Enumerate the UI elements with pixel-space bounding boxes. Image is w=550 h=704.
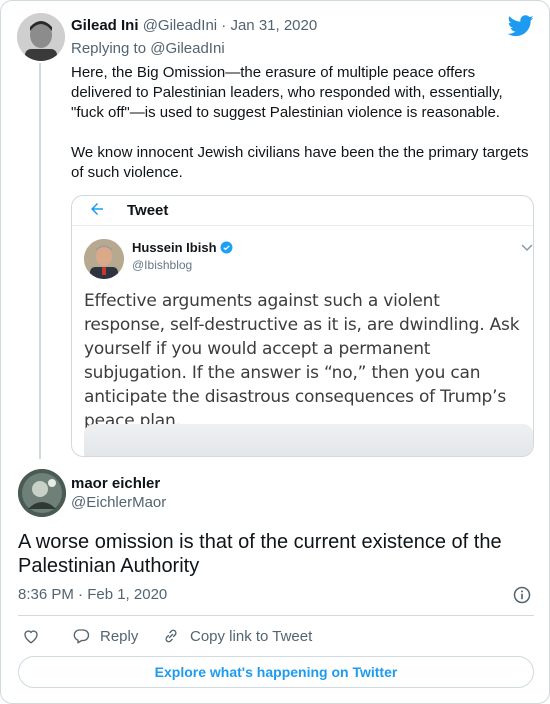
- reply-label: Reply: [100, 627, 139, 645]
- author-handle[interactable]: @EichlerMaor: [71, 494, 166, 511]
- reply-icon: [73, 629, 90, 644]
- quoted-author-name-text: Hussein Ibish: [132, 240, 217, 255]
- avatar[interactable]: [84, 239, 124, 279]
- tweet-timestamp[interactable]: 8:36 PM · Feb 1, 2020: [18, 586, 167, 603]
- quoted-tweet-text: Effective arguments against such a viole…: [84, 291, 520, 431]
- tweet-embed-card: Gilead Ini @GileadIni · Jan 31, 2020 Rep…: [0, 0, 550, 704]
- heart-icon: [24, 630, 38, 644]
- tweet-text-paragraph: We know innocent Jewish civilians have b…: [71, 144, 529, 181]
- author-name[interactable]: Gilead Ini: [71, 17, 139, 34]
- quoted-tweet-footer: [84, 424, 533, 456]
- twitter-logo-icon[interactable]: [508, 15, 534, 37]
- separator: ·: [221, 17, 227, 34]
- verified-badge-icon: [220, 241, 232, 254]
- like-button[interactable]: [22, 625, 50, 647]
- tweet-text: A worse omission is that of the current …: [18, 531, 502, 577]
- quoted-tweet[interactable]: Tweet Hussein Ibish @Ibishblog Effective…: [71, 195, 534, 457]
- quoted-author-name[interactable]: Hussein Ibish: [132, 240, 233, 255]
- reply-button[interactable]: Reply: [72, 625, 138, 647]
- author-handle[interactable]: @GileadIni: [143, 17, 217, 34]
- tweet-text-paragraph: Here, the Big Omission—the erasure of mu…: [71, 64, 503, 121]
- link-icon: [165, 629, 177, 643]
- thread-line: [39, 63, 41, 459]
- replying-to: Replying to @GileadIni: [71, 39, 225, 59]
- quote-header-title: Tweet: [127, 202, 169, 219]
- replying-prefix: Replying to: [71, 40, 147, 57]
- info-icon[interactable]: [512, 585, 532, 605]
- avatar[interactable]: [17, 13, 65, 61]
- copy-link-label: Copy link to Tweet: [190, 627, 313, 645]
- chevron-down-icon[interactable]: [521, 243, 533, 253]
- author-name[interactable]: maor eichler: [71, 475, 160, 492]
- quoted-author-handle[interactable]: @Ibishblog: [132, 258, 192, 272]
- tweet-date[interactable]: Jan 31, 2020: [230, 17, 317, 34]
- avatar[interactable]: [18, 469, 66, 517]
- back-arrow-icon[interactable]: [88, 200, 106, 218]
- copy-link-button[interactable]: Copy link to Tweet: [162, 625, 312, 647]
- explore-label: Explore what's happening on Twitter: [154, 664, 398, 680]
- replying-mention[interactable]: @GileadIni: [150, 40, 224, 57]
- explore-button[interactable]: Explore what's happening on Twitter: [18, 656, 534, 688]
- tweet-header: Gilead Ini @GileadIni · Jan 31, 2020: [71, 16, 317, 36]
- action-bar: Reply Copy link to Tweet: [18, 625, 538, 647]
- divider: [72, 225, 533, 226]
- divider: [18, 615, 534, 616]
- quote-topbar: Tweet: [72, 196, 533, 224]
